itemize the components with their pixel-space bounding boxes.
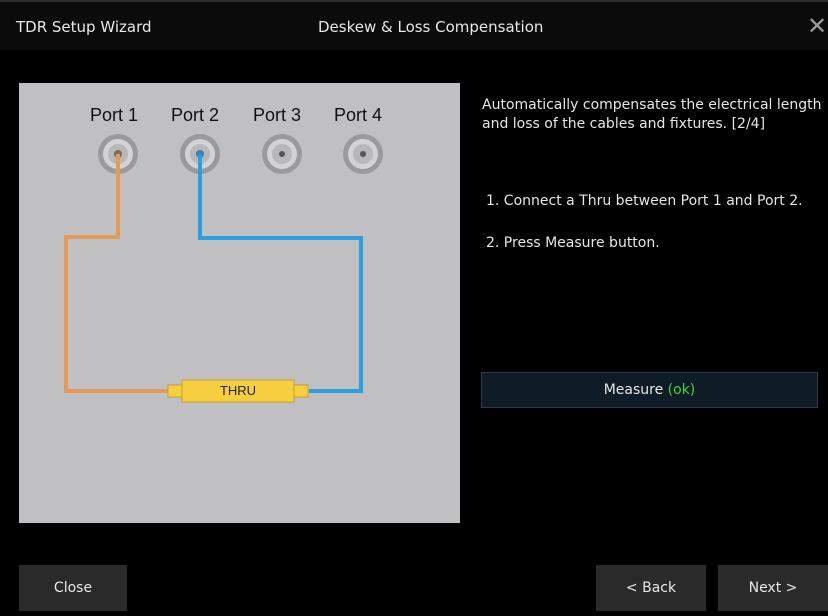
next-button[interactable]: Next >: [718, 565, 828, 611]
measure-status: (ok): [667, 382, 696, 398]
measure-button[interactable]: Measure (ok): [481, 372, 818, 408]
connection-diagram: Port 1 Port 2 Port 3 Port 4 THRU: [19, 83, 460, 523]
back-button[interactable]: < Back: [596, 565, 706, 611]
port-4-connector-icon: [343, 134, 383, 174]
port-3-connector-icon: [262, 134, 302, 174]
thru-label: THRU: [219, 383, 257, 398]
port-2-cable: [198, 154, 363, 393]
close-button[interactable]: Close: [19, 565, 127, 611]
port-1-cable: [64, 154, 171, 393]
window-title: TDR Setup Wizard: [16, 18, 152, 36]
description-text: Automatically compensates the electrical…: [482, 97, 822, 132]
diagram-svg: [64, 134, 383, 403]
close-icon[interactable]: ✕: [806, 12, 828, 40]
title-bar: TDR Setup Wizard Deskew & Loss Compensat…: [0, 0, 828, 50]
instruction-step-1: 1. Connect a Thru between Port 1 and Por…: [486, 193, 803, 209]
step-title: Deskew & Loss Compensation: [318, 18, 544, 36]
measure-button-label: Measure: [603, 382, 664, 398]
instruction-step-2: 2. Press Measure button.: [486, 235, 660, 251]
